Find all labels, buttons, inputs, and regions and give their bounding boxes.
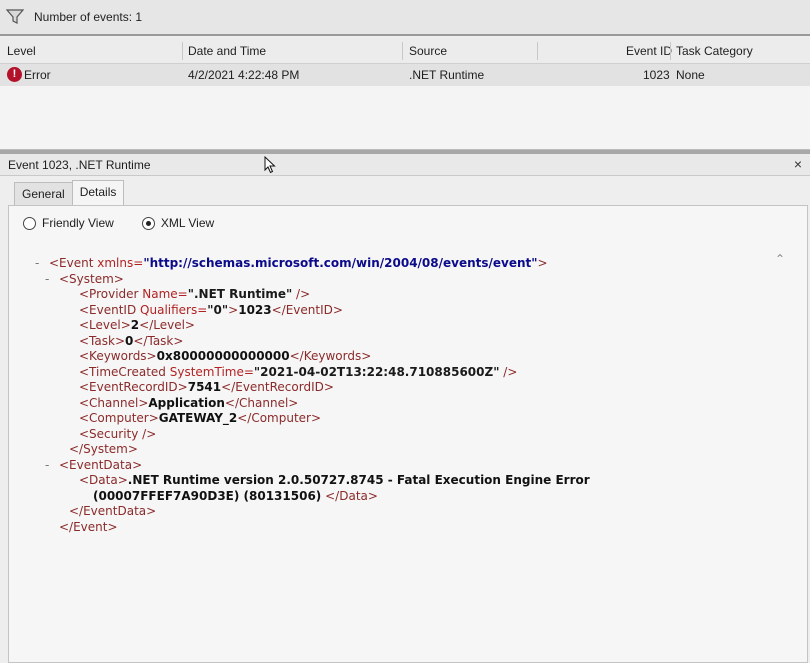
xml-tag: </Data> bbox=[325, 488, 378, 503]
column-header-task-category[interactable]: Task Category bbox=[676, 44, 753, 58]
cell-date: 4/2/2021 4:22:48 PM bbox=[188, 68, 300, 82]
xml-attr-value: "http://schemas.microsoft.com/win/2004/0… bbox=[143, 256, 538, 270]
table-row[interactable]: ! Error 4/2/2021 4:22:48 PM .NET Runtime… bbox=[0, 64, 810, 86]
friendly-view-option[interactable]: Friendly View bbox=[23, 216, 114, 230]
xml-value: 0x80000000000000 bbox=[156, 349, 290, 363]
cell-level: Error bbox=[24, 68, 51, 82]
xml-tag: </Channel> bbox=[224, 395, 299, 410]
column-header-event-id[interactable]: Event ID bbox=[626, 44, 672, 58]
view-options: Friendly View XML View bbox=[23, 216, 242, 230]
xml-value: 7541 bbox=[187, 380, 222, 394]
xml-tag: </EventData> bbox=[69, 504, 157, 518]
scroll-up-arrow-icon[interactable]: ⌃ bbox=[775, 252, 785, 266]
radio-button-icon[interactable] bbox=[23, 216, 36, 230]
cell-event-id: 1023 bbox=[643, 68, 670, 82]
xml-tag: </EventID> bbox=[271, 302, 343, 317]
xml-tag: </Task> bbox=[133, 333, 184, 348]
event-count-label: Number of events: 1 bbox=[34, 10, 143, 24]
xml-tag: </Computer> bbox=[237, 411, 322, 425]
cell-task-category: None bbox=[676, 68, 705, 82]
xml-tag: <Security /> bbox=[79, 426, 157, 441]
xml-tag: </Keywords> bbox=[289, 349, 372, 363]
xml-view-label: XML View bbox=[160, 216, 215, 230]
xml-value: .NET Runtime version 2.0.50727.8745 - Fa… bbox=[127, 473, 590, 487]
friendly-view-label: Friendly View bbox=[42, 216, 114, 230]
xml-value: 2 bbox=[130, 318, 140, 332]
xml-tag: <Data> bbox=[79, 473, 128, 487]
xml-tag: <EventID bbox=[79, 302, 137, 317]
xml-attr: Name= bbox=[138, 287, 188, 301]
xml-tag: <Keywords> bbox=[79, 349, 157, 363]
xml-attr: SystemTime= bbox=[165, 364, 254, 379]
xml-attr-value: "2021-04-02T13:22:48.710885600Z" bbox=[253, 364, 500, 379]
details-panel: Friendly View XML View ⌃ - <Event xmlns="… bbox=[8, 205, 808, 663]
xml-tag: </Event> bbox=[59, 519, 118, 534]
close-icon[interactable]: × bbox=[794, 156, 802, 172]
xml-attr: Qualifiers= bbox=[136, 302, 208, 317]
collapse-event-toggle[interactable]: - bbox=[35, 256, 39, 272]
collapse-eventdata-toggle[interactable]: - bbox=[45, 458, 49, 474]
events-grid: Level Date and Time Source Event ID Task… bbox=[0, 38, 810, 150]
xml-tag: /> bbox=[499, 364, 518, 379]
error-icon: ! bbox=[7, 67, 22, 82]
xml-tag: <Computer> bbox=[79, 411, 159, 425]
xml-content: - <Event xmlns="http://schemas.microsoft.… bbox=[35, 256, 759, 535]
detail-tabs: General Details bbox=[14, 180, 125, 206]
grid-header: Level Date and Time Source Event ID Task… bbox=[0, 38, 810, 64]
xml-tag: </EventRecordID> bbox=[221, 380, 334, 394]
cell-source: .NET Runtime bbox=[409, 68, 485, 82]
xml-tag: <TimeCreated bbox=[79, 364, 166, 379]
xml-value: Application bbox=[148, 395, 225, 410]
xml-tag: <EventData> bbox=[59, 457, 143, 472]
mouse-pointer-icon bbox=[264, 156, 276, 174]
radio-button-selected-icon[interactable] bbox=[141, 216, 155, 230]
tab-details[interactable]: Details bbox=[71, 180, 125, 206]
xml-tag: > bbox=[537, 256, 548, 270]
column-header-level[interactable]: Level bbox=[7, 44, 36, 58]
xml-tag: /> bbox=[292, 287, 311, 301]
xml-tag: <Task> bbox=[79, 333, 126, 348]
xml-tag: > bbox=[228, 302, 239, 317]
xml-tag: <Level> bbox=[79, 318, 131, 332]
tab-general[interactable]: General bbox=[14, 182, 73, 206]
xml-tag: <System> bbox=[59, 271, 124, 286]
xml-value: 1023 bbox=[238, 302, 272, 317]
xml-tag: <EventRecordID> bbox=[79, 380, 188, 394]
xml-attr-value: ".NET Runtime" bbox=[187, 287, 293, 301]
xml-tag: </System> bbox=[69, 442, 138, 456]
xml-value: (00007FFEF7A90D3E) (80131506) bbox=[93, 488, 322, 503]
column-header-source[interactable]: Source bbox=[409, 44, 447, 58]
column-header-date[interactable]: Date and Time bbox=[188, 44, 266, 58]
xml-view-option[interactable]: XML View bbox=[141, 216, 215, 230]
xml-attr: xmlns= bbox=[97, 256, 144, 270]
xml-tag: <Provider bbox=[79, 287, 139, 301]
funnel-icon[interactable] bbox=[6, 9, 24, 25]
collapse-system-toggle[interactable]: - bbox=[45, 272, 49, 288]
xml-tag: <Event bbox=[49, 256, 94, 270]
detail-title: Event 1023, .NET Runtime bbox=[8, 158, 151, 172]
detail-title-bar: Event 1023, .NET Runtime × bbox=[0, 154, 810, 176]
xml-value: GATEWAY_2 bbox=[158, 411, 238, 425]
xml-tag: </Level> bbox=[139, 318, 195, 332]
xml-tag: <Channel> bbox=[79, 395, 149, 410]
filter-bar: Number of events: 1 bbox=[0, 0, 810, 36]
xml-attr-value: "0" bbox=[207, 302, 229, 317]
